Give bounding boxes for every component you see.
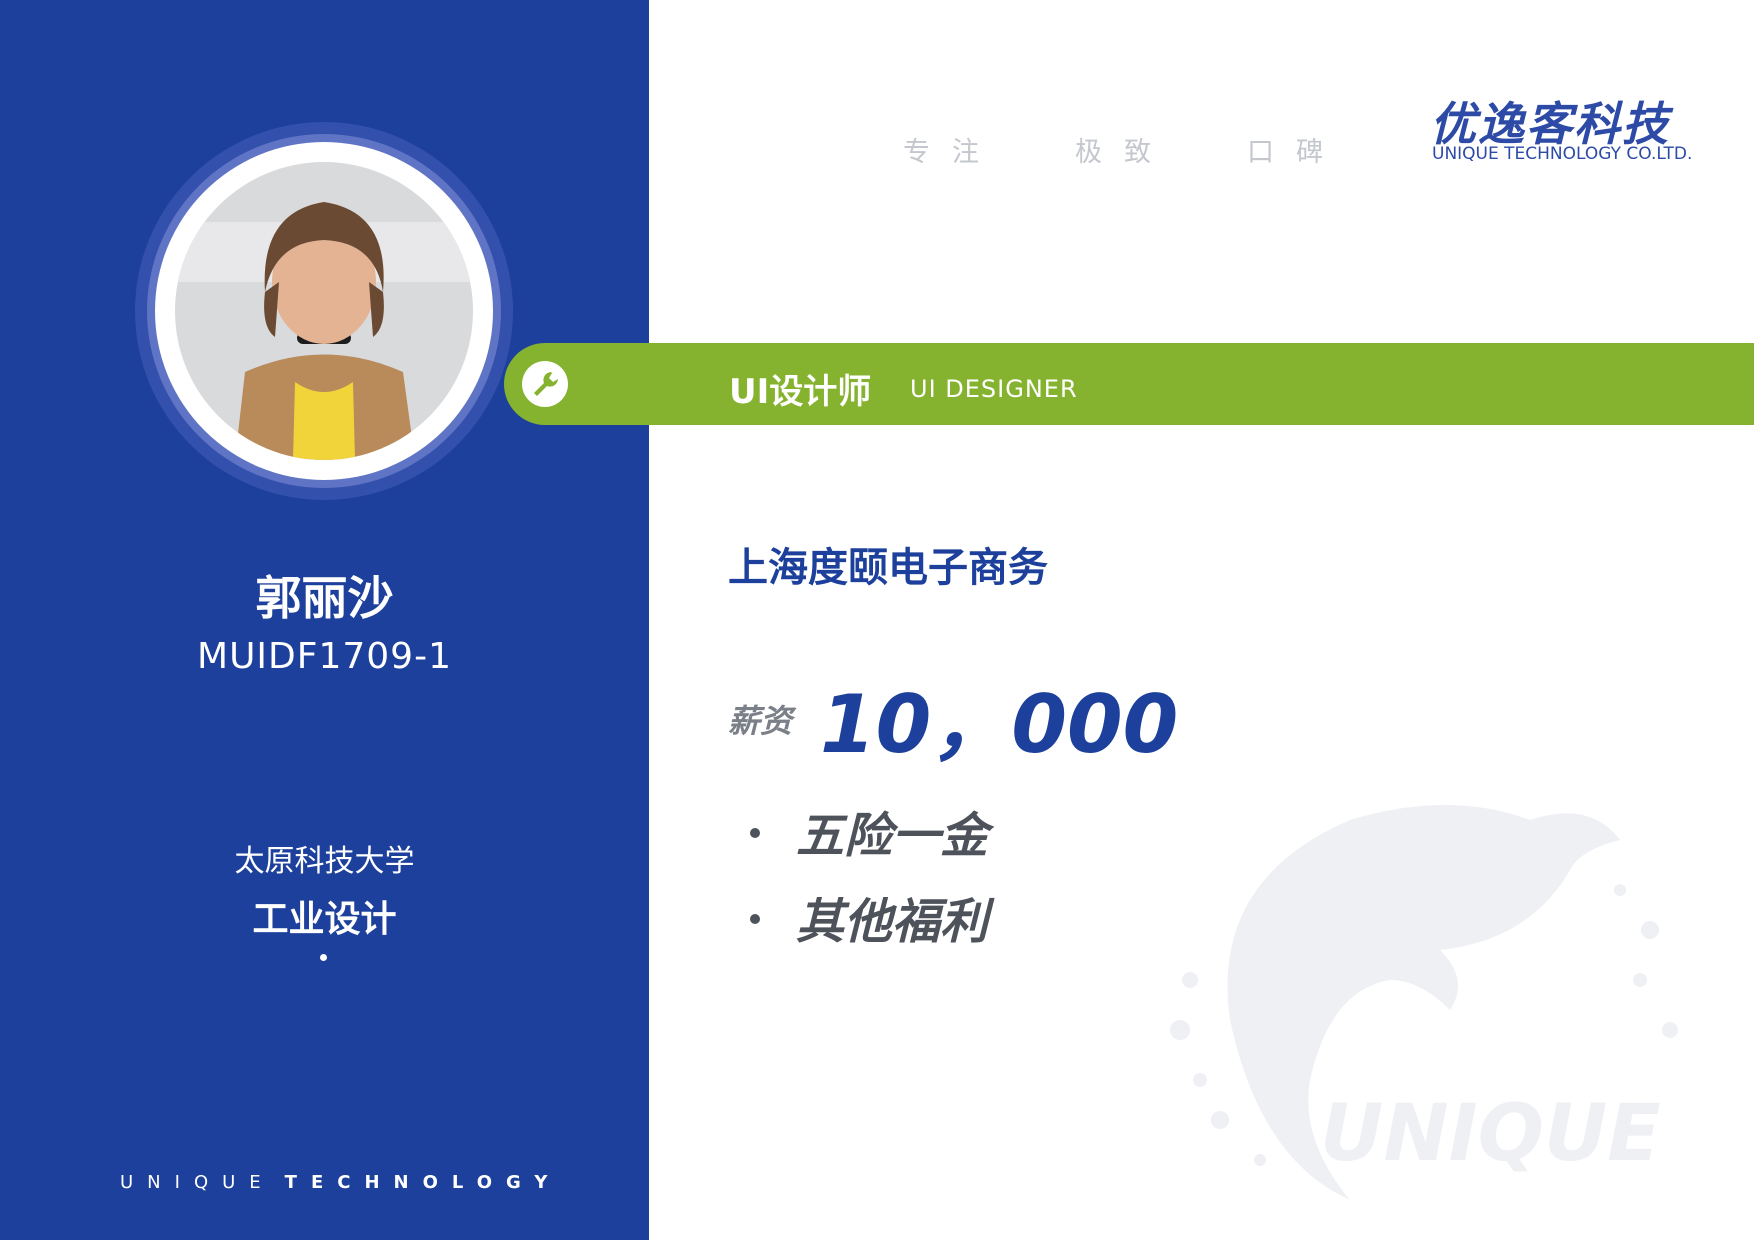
candidate-major: 工业设计 <box>252 899 397 940</box>
footer-brand-light: UNIQUE <box>120 1172 275 1193</box>
footer-brand-bold: TECHNOLOGY <box>284 1172 562 1193</box>
footer-brand: UNIQUE TECHNOLOGY <box>120 1172 561 1193</box>
dolphin-watermark: UNIQUE <box>1150 780 1710 1240</box>
bullet-dot <box>750 828 760 838</box>
benefit-item: 五险一金 <box>750 796 988 866</box>
benefit-item: 其他福利 <box>750 882 988 952</box>
profile-photo <box>175 162 473 460</box>
slogan-excellence: 极致 <box>1075 137 1173 168</box>
candidate-code: MUIDF1709-1 <box>197 636 452 677</box>
role-title-cn: UI设计师 <box>729 372 872 412</box>
company-logo-en: UNIQUE TECHNOLOGY CO.LTD. <box>1432 144 1693 164</box>
hiring-company: 上海度颐电子商务 <box>728 545 1048 591</box>
wrench-icon <box>521 360 569 408</box>
role-banner <box>504 343 1754 425</box>
candidate-name: 郭丽沙 <box>255 571 394 625</box>
slogan-reputation: 口碑 <box>1247 137 1345 168</box>
role-title-en: UI DESIGNER <box>910 375 1078 403</box>
watermark-text: UNIQUE <box>1320 1089 1661 1179</box>
decorative-dot <box>320 954 327 961</box>
benefit-label: 五险一金 <box>796 808 989 864</box>
benefit-label: 其他福利 <box>796 894 989 950</box>
salary-label: 薪资 <box>728 702 793 740</box>
candidate-school: 太原科技大学 <box>234 844 415 879</box>
slogan-focus: 专注 <box>903 137 1001 168</box>
salary-value: 10，000 <box>820 678 1179 771</box>
bullet-dot <box>750 914 760 924</box>
